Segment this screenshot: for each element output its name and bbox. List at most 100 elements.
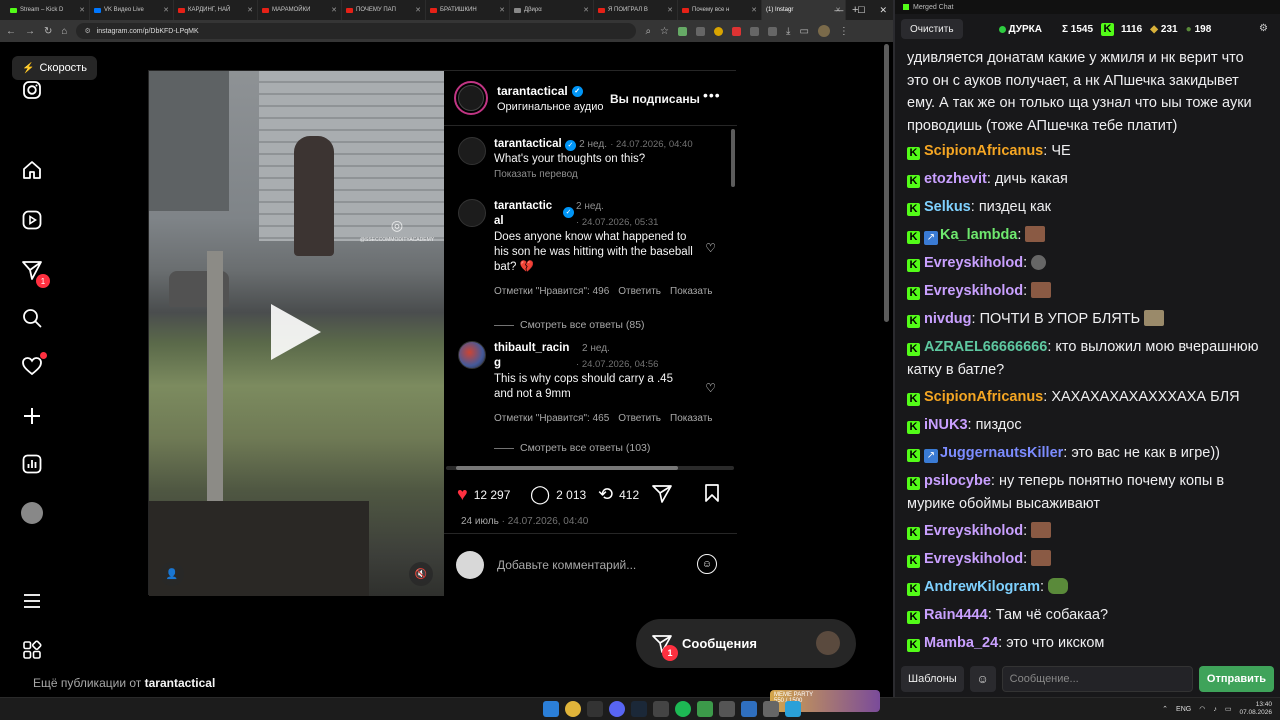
star-icon[interactable]: ☆ — [660, 26, 669, 37]
browser-tab[interactable]: МАРАМОЙКИ ✕ — [258, 0, 342, 20]
heart-filled-icon[interactable]: ♥ — [457, 484, 468, 505]
close-icon[interactable]: ✕ — [331, 6, 337, 14]
sidepanel-icon[interactable]: ▭ — [799, 26, 808, 37]
close-icon[interactable]: ✕ — [79, 6, 85, 14]
browser-tab[interactable]: VK Видео Live ✕ — [90, 0, 174, 20]
app-icon[interactable] — [763, 701, 779, 717]
comment-bubble-icon[interactable]: ◯ — [530, 484, 550, 505]
tagged-users-icon[interactable]: 👤 — [160, 562, 184, 586]
home-icon[interactable]: ⌂ — [61, 26, 67, 37]
more-posts-username[interactable]: tarantactical — [145, 676, 216, 690]
scrollbar-thumb[interactable] — [884, 44, 889, 322]
messages-nav-icon[interactable]: 1 — [20, 258, 50, 288]
reels-nav-icon[interactable] — [20, 208, 44, 232]
reload-icon[interactable]: ↻ — [44, 26, 52, 37]
play-icon[interactable] — [271, 304, 321, 360]
chat-username[interactable]: psilocybe — [924, 473, 991, 489]
comment-like-heart-icon[interactable]: ♡ — [705, 381, 716, 395]
apps-grid-icon[interactable] — [20, 638, 44, 662]
page-scrollbar[interactable] — [884, 42, 889, 697]
close-window-icon[interactable]: ✕ — [879, 5, 887, 16]
dashboard-chart-icon[interactable] — [20, 452, 44, 476]
chat-message-input[interactable]: Сообщение... — [1001, 665, 1193, 692]
url-field[interactable]: ⚙ instagram.com/p/DbKFD-LPqMK — [76, 23, 637, 39]
extension-icon[interactable] — [696, 26, 706, 36]
home-nav-icon[interactable] — [20, 158, 44, 182]
extensions-puzzle-icon[interactable] — [768, 26, 778, 36]
profile-avatar[interactable] — [817, 25, 830, 37]
commenter-avatar[interactable] — [458, 199, 486, 227]
browser-tab[interactable]: КАРДИНГ, НАЙ ✕ — [174, 0, 258, 20]
repost-action[interactable]: ⟲ 412 — [598, 484, 639, 505]
templates-button[interactable]: Шаблоны — [901, 665, 964, 692]
hamburger-menu-icon[interactable] — [20, 589, 44, 613]
app-icon[interactable] — [653, 701, 669, 717]
scrollbar-thumb[interactable] — [456, 466, 678, 470]
clock[interactable]: 13:40 07.08.2026 — [1239, 701, 1272, 717]
like-action[interactable]: ♥ 12 297 — [457, 484, 510, 505]
reply-button[interactable]: Ответить — [618, 284, 661, 299]
commenter-avatar[interactable] — [458, 137, 486, 165]
maximize-icon[interactable]: ☐ — [857, 5, 865, 16]
comments-scrollbar[interactable] — [731, 129, 735, 187]
chat-username[interactable]: Ka_lambda — [940, 227, 1017, 243]
view-replies[interactable]: Смотреть все ответы (85) — [494, 318, 694, 333]
create-plus-icon[interactable] — [20, 404, 44, 428]
wifi-icon[interactable]: ◠ — [1199, 705, 1205, 713]
close-icon[interactable]: ✕ — [751, 6, 757, 14]
comments-horizontal-scrollbar[interactable] — [446, 466, 734, 470]
chat-username[interactable]: Evreyskiholod — [924, 255, 1023, 271]
comment-action[interactable]: ◯ 2 013 — [530, 484, 586, 505]
tray-chevron-icon[interactable]: ⌃ — [1162, 705, 1168, 713]
send-button[interactable]: Отправить — [1198, 665, 1274, 692]
zoom-icon[interactable]: ⌕ — [645, 26, 651, 37]
comment-like-heart-icon[interactable]: ♡ — [705, 241, 716, 255]
browser-tab[interactable]: Stream – Kick D ✕ — [6, 0, 90, 20]
chat-username[interactable]: ScipionAfricanus — [924, 389, 1043, 405]
chat-username[interactable]: Selkus — [924, 199, 971, 215]
forward-icon[interactable]: → — [25, 26, 35, 37]
chat-username[interactable]: ScipionAfricanus — [924, 143, 1043, 159]
menu-kebab-icon[interactable]: ⋮ — [839, 26, 849, 37]
close-icon[interactable]: ✕ — [247, 6, 253, 14]
discord-icon[interactable] — [609, 701, 625, 717]
close-icon[interactable]: ✕ — [667, 6, 673, 14]
browser-tab[interactable]: Я ПОИГРАЛ В ✕ — [594, 0, 678, 20]
reply-button[interactable]: Ответить — [618, 411, 661, 426]
chat-username[interactable]: Evreyskiholod — [924, 551, 1023, 567]
extension-icon[interactable] — [714, 26, 724, 36]
chat-username[interactable]: Evreyskiholod — [924, 283, 1023, 299]
save-action[interactable] — [704, 484, 720, 502]
share-send-icon[interactable] — [652, 484, 672, 504]
emoji-icon[interactable]: ☺ — [697, 554, 717, 574]
show-button[interactable]: Показать — [670, 411, 713, 426]
show-button[interactable]: Показать — [670, 284, 713, 299]
author-avatar[interactable] — [454, 81, 488, 115]
commenter-avatar[interactable] — [458, 341, 486, 369]
volume-icon[interactable]: ♪ — [1213, 706, 1217, 713]
close-icon[interactable]: ✕ — [415, 6, 421, 14]
app-icon[interactable] — [785, 701, 801, 717]
clear-button[interactable]: Очистить — [901, 19, 963, 39]
commenter-name-wrap[interactable]: al — [494, 214, 504, 229]
emoji-icon[interactable]: ☺ — [969, 665, 996, 692]
chat-username[interactable]: Rain4444 — [924, 607, 988, 623]
download-icon[interactable]: ⤓ — [786, 26, 790, 37]
start-windows-icon[interactable] — [543, 701, 559, 717]
browser-tab[interactable]: БРАТИШКИН ✕ — [426, 0, 510, 20]
comments-list[interactable]: tarantactical ✓ 2 нед. · 24.07.2026, 04:… — [444, 127, 737, 471]
chat-username[interactable]: etozhevit — [924, 171, 987, 187]
commenter-name[interactable]: tarantactical — [494, 138, 562, 150]
chat-username[interactable]: AZRAEL66666666 — [924, 339, 1047, 355]
mute-icon[interactable]: 🔇 — [409, 562, 433, 586]
messages-button[interactable]: 1 Сообщения — [636, 619, 856, 668]
browser-tab[interactable]: Дβиρα ✕ — [510, 0, 594, 20]
settings-gear-icon[interactable]: ⚙ — [1259, 23, 1268, 34]
browser-tab[interactable]: Почему все н ✕ — [678, 0, 762, 20]
chat-username[interactable]: iNUK3 — [924, 417, 968, 433]
site-info-icon[interactable]: ⚙ — [84, 27, 90, 35]
more-options-icon[interactable]: ••• — [703, 87, 721, 103]
chat-username[interactable]: Evreyskiholod — [924, 523, 1023, 539]
extension-icon[interactable] — [678, 26, 688, 36]
close-icon[interactable]: ✕ — [583, 6, 589, 14]
